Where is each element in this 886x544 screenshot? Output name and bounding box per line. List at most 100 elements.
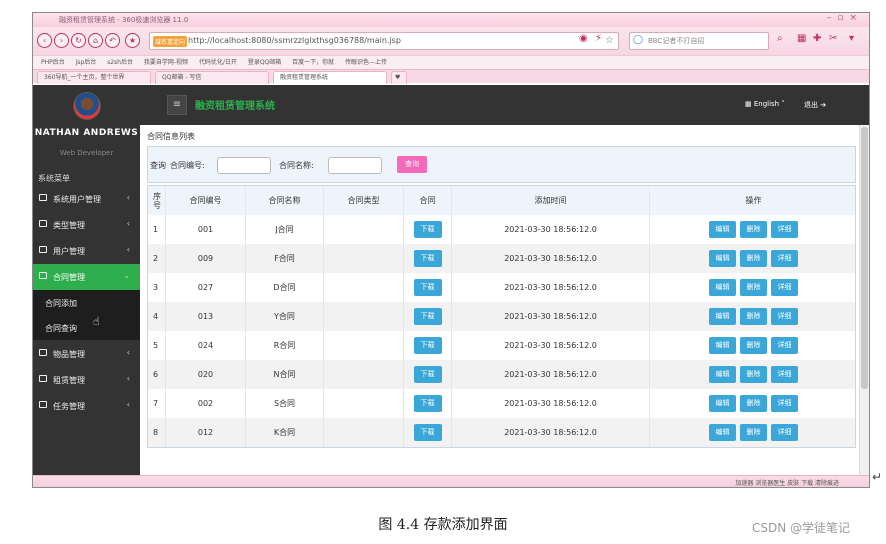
bookmark-item[interactable]: 我要自学网-视频 (144, 56, 188, 69)
menu-icon[interactable]: ▾ (849, 33, 854, 44)
app-area: NATHAN ANDREWS Web Developer 系统菜单 系统用户管理… (33, 85, 869, 477)
submenu-contract-query[interactable]: 合同查询 (33, 315, 140, 340)
sidebar-item-contracts[interactable]: 合同管理 ⌄ (33, 264, 140, 290)
detail-button[interactable]: 详细 (771, 221, 798, 238)
menu-toggle-button[interactable]: ≡ (167, 95, 187, 115)
scrollbar[interactable] (859, 125, 869, 477)
bookmark-item[interactable]: 代码优化/日开 (199, 56, 237, 69)
scrollbar-thumb[interactable] (861, 127, 868, 389)
edit-button[interactable]: 编辑 (709, 250, 736, 267)
delete-button[interactable]: 删除 (740, 279, 767, 296)
detail-button[interactable]: 详细 (771, 424, 798, 441)
folder-icon (39, 194, 47, 201)
cell-number: 020 (166, 360, 246, 389)
speed-icon[interactable]: ⚡ (595, 33, 602, 44)
bookmark-item[interactable]: 传眼识色—上传 (345, 56, 387, 69)
detail-button[interactable]: 详细 (771, 250, 798, 267)
bookmark-item[interactable]: 百度一下，你就 (292, 56, 334, 69)
delete-button[interactable]: 删除 (740, 424, 767, 441)
delete-button[interactable]: 删除 (740, 337, 767, 354)
download-button[interactable]: 下载 (413, 337, 442, 354)
bookmark-item[interactable]: jsp后台 (76, 56, 97, 69)
flag-icon: ▦ (745, 100, 754, 108)
back-icon[interactable]: ‹ (37, 33, 52, 48)
tools-icon[interactable]: ✂ (829, 33, 837, 44)
sidebar-item-system-users[interactable]: 系统用户管理 ‹ (33, 186, 140, 212)
submenu-contract-add[interactable]: 合同添加 (33, 290, 140, 315)
bookmark-item[interactable]: PHP后台 (41, 56, 65, 69)
browser-tab-active[interactable]: 融资租赁管理系统 (273, 71, 387, 84)
chevron-left-icon: ‹ (126, 219, 130, 228)
cell-number: 002 (166, 389, 246, 418)
new-tab-icon[interactable]: ♥ (391, 71, 407, 84)
folder-icon (39, 246, 47, 253)
search-icon[interactable]: ⌕ (777, 33, 783, 44)
bookmark-item[interactable]: s2sh后台 (107, 56, 133, 69)
forward-icon[interactable]: › (54, 33, 69, 48)
contract-number-label: 合同编号: (170, 161, 205, 170)
extension-icon[interactable]: ✚ (813, 33, 821, 44)
search-panel: 查询 合同编号: 合同名称: 查询 (147, 146, 856, 183)
detail-button[interactable]: 详细 (771, 366, 798, 383)
refresh-icon[interactable]: ↻ (71, 33, 86, 48)
edit-button[interactable]: 编辑 (709, 424, 736, 441)
download-button[interactable]: 下载 (413, 366, 442, 383)
delete-button[interactable]: 删除 (740, 250, 767, 267)
edit-button[interactable]: 编辑 (709, 366, 736, 383)
download-button[interactable]: 下载 (413, 250, 442, 267)
bookmark-star-icon[interactable]: ☆ (605, 35, 614, 46)
edit-button[interactable]: 编辑 (709, 395, 736, 412)
detail-button[interactable]: 详细 (771, 308, 798, 325)
sidebar-item-tasks[interactable]: 任务管理 ‹ (33, 393, 140, 419)
cell-download: 下载 (404, 215, 452, 244)
submenu-label: 合同添加 (45, 299, 77, 308)
edit-button[interactable]: 编辑 (709, 337, 736, 354)
undo-icon[interactable]: ↶ (105, 33, 120, 48)
edit-button[interactable]: 编辑 (709, 279, 736, 296)
edit-button[interactable]: 编辑 (709, 308, 736, 325)
sidebar-item-types[interactable]: 类型管理 ‹ (33, 212, 140, 238)
sidebar-item-users[interactable]: 用户管理 ‹ (33, 238, 140, 264)
delete-button[interactable]: 删除 (740, 308, 767, 325)
logout-button[interactable]: 退出 ➔ (804, 100, 826, 110)
url-bar[interactable]: 域名重定向 http://localhost:8080/ssmrzzlglxth… (149, 32, 619, 50)
paragraph-mark-icon: ↵ (872, 470, 883, 484)
download-button[interactable]: 下载 (413, 221, 442, 238)
cell-actions: 编辑 删除 详细 (650, 331, 857, 360)
download-button[interactable]: 下载 (413, 395, 442, 412)
media-icon[interactable]: ◉ (579, 33, 588, 44)
folder-icon (39, 272, 47, 279)
bookmark-item[interactable]: 登录QQ邮箱 (248, 56, 281, 69)
sidebar-item-goods[interactable]: 物品管理 ‹ (33, 341, 140, 367)
browser-search-input[interactable]: ◯ BBC记者不打自招 (629, 32, 769, 50)
watermark: CSDN @学徒笔记 (752, 521, 851, 535)
delete-button[interactable]: 删除 (740, 366, 767, 383)
search-button[interactable]: 查询 (397, 156, 427, 173)
cell-number: 024 (166, 331, 246, 360)
download-button[interactable]: 下载 (413, 308, 442, 325)
contract-name-input[interactable] (328, 157, 382, 174)
sidebar-item-leasing[interactable]: 租赁管理 ‹ (33, 367, 140, 393)
window-controls[interactable]: –▫× (827, 13, 863, 23)
detail-button[interactable]: 详细 (771, 337, 798, 354)
browser-tab[interactable]: QQ邮箱 - 写信 (155, 71, 269, 84)
edit-button[interactable]: 编辑 (709, 221, 736, 238)
cell-number: 009 (166, 244, 246, 273)
cell-download: 下载 (404, 389, 452, 418)
download-button[interactable]: 下载 (413, 424, 442, 441)
home-icon[interactable]: ⌂ (88, 33, 103, 48)
apps-icon[interactable]: ▦ (797, 33, 806, 44)
browser-tab[interactable]: 360导航_一个主页，整个世界 (37, 71, 151, 84)
sidebar-item-label: 系统用户管理 (53, 195, 101, 204)
favorite-icon[interactable]: ★ (125, 33, 140, 48)
delete-button[interactable]: 删除 (740, 395, 767, 412)
detail-button[interactable]: 详细 (771, 395, 798, 412)
delete-button[interactable]: 删除 (740, 221, 767, 238)
cell-name: K合同 (246, 418, 324, 447)
cell-time: 2021-03-30 18:56:12.0 (452, 331, 650, 360)
detail-button[interactable]: 详细 (771, 279, 798, 296)
contract-number-input[interactable] (217, 157, 271, 174)
cell-name: J合同 (246, 215, 324, 244)
download-button[interactable]: 下载 (413, 279, 442, 296)
language-selector[interactable]: ▦ English ˅ (745, 100, 785, 108)
